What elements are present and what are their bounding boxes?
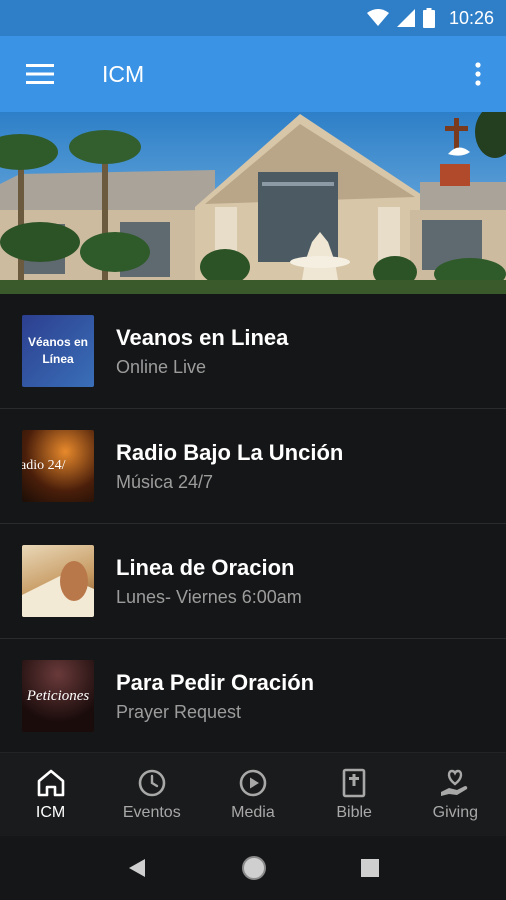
thumbnail-peticiones: Peticiones xyxy=(22,660,94,732)
clock: 10:26 xyxy=(448,7,494,28)
thumbnail-text: Véanos en Línea xyxy=(27,335,89,366)
nav-item-giving[interactable]: Giving xyxy=(405,768,505,822)
list-item-para-pedir-oracion[interactable]: Peticiones Para Pedir Oración Prayer Req… xyxy=(0,639,506,754)
nav-label: Giving xyxy=(432,804,479,821)
nav-item-eventos[interactable]: Eventos xyxy=(102,768,202,822)
nav-item-media[interactable]: Media xyxy=(203,768,303,822)
list-item-title: Veanos en Linea xyxy=(116,324,289,350)
list-item-radio[interactable]: adio 24/ Radio Bajo La Unción Música 24/… xyxy=(0,409,506,524)
giving-heart-hand-icon xyxy=(441,769,468,796)
bottom-navigation: ICM Eventos Media Bible Giving xyxy=(0,752,506,837)
nav-item-icm[interactable]: ICM xyxy=(1,768,101,822)
list-item-subtitle: Prayer Request xyxy=(116,701,242,722)
home-icon xyxy=(37,769,64,797)
thumbnail-veanos: Véanos en Línea xyxy=(22,315,94,387)
list-item-title: Linea de Oracion xyxy=(116,554,295,580)
app-bar: ICM xyxy=(0,36,506,112)
more-vert-icon[interactable] xyxy=(468,54,488,94)
nav-label: Eventos xyxy=(122,804,181,821)
church-banner-image xyxy=(0,112,506,294)
list-item-title: Para Pedir Oración xyxy=(116,669,315,695)
thumbnail-prayer-hands xyxy=(22,545,94,617)
system-navigation-bar xyxy=(0,836,506,900)
nav-label: Bible xyxy=(336,804,372,821)
recents-square-icon[interactable] xyxy=(361,859,380,877)
play-circle-icon xyxy=(239,769,267,797)
list-item-veanos-en-linea[interactable]: Véanos en Línea Veanos en Linea Online L… xyxy=(0,294,506,409)
app-title: ICM xyxy=(102,60,145,87)
list-item-subtitle: Música 24/7 xyxy=(116,471,214,492)
back-triangle-icon[interactable] xyxy=(127,857,147,879)
clock-icon xyxy=(138,769,166,797)
bible-icon xyxy=(342,768,366,798)
nav-item-bible[interactable]: Bible xyxy=(304,768,404,822)
list-item-subtitle: Lunes- Viernes 6:00am xyxy=(116,586,302,607)
thumbnail-text: adio 24/ xyxy=(22,458,66,473)
list-item-subtitle: Online Live xyxy=(116,356,207,377)
status-bar: 10:26 xyxy=(0,0,506,36)
signal-icon xyxy=(396,9,415,27)
content-list: Véanos en Línea Veanos en Linea Online L… xyxy=(0,294,506,754)
list-item-title: Radio Bajo La Unción xyxy=(116,439,344,465)
thumbnail-text: Peticiones xyxy=(26,687,90,704)
wifi-icon xyxy=(366,9,389,26)
home-circle-icon[interactable] xyxy=(240,854,268,882)
nav-label: Media xyxy=(231,804,275,821)
nav-label: ICM xyxy=(35,804,66,821)
list-item-linea-de-oracion[interactable]: Linea de Oracion Lunes- Viernes 6:00am xyxy=(0,524,506,639)
battery-icon xyxy=(422,8,435,28)
thumbnail-radio: adio 24/ xyxy=(22,430,94,502)
hamburger-menu-icon[interactable] xyxy=(0,36,80,112)
